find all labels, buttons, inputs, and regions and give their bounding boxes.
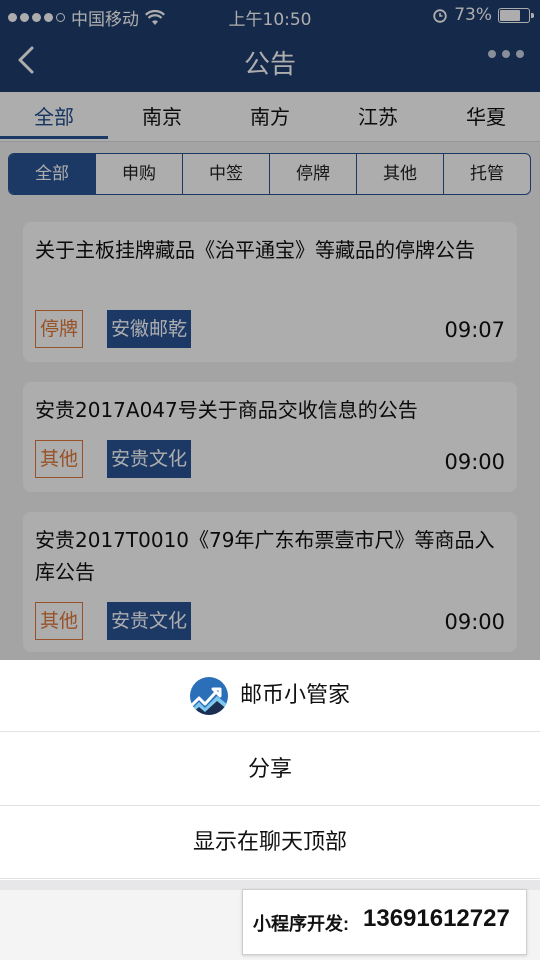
pin-to-top-button[interactable]: 显示在聊天顶部: [0, 807, 540, 879]
promo-label: 小程序开发:: [253, 914, 349, 934]
promo-phone: 13691612727: [363, 905, 510, 932]
promo-banner: 小程序开发: 13691612727: [242, 889, 527, 955]
app-name: 邮币小管家: [239, 682, 350, 708]
app-logo-icon: [189, 676, 228, 715]
share-button[interactable]: 分享: [0, 734, 540, 806]
sheet-app-header[interactable]: 邮币小管家: [0, 660, 540, 732]
